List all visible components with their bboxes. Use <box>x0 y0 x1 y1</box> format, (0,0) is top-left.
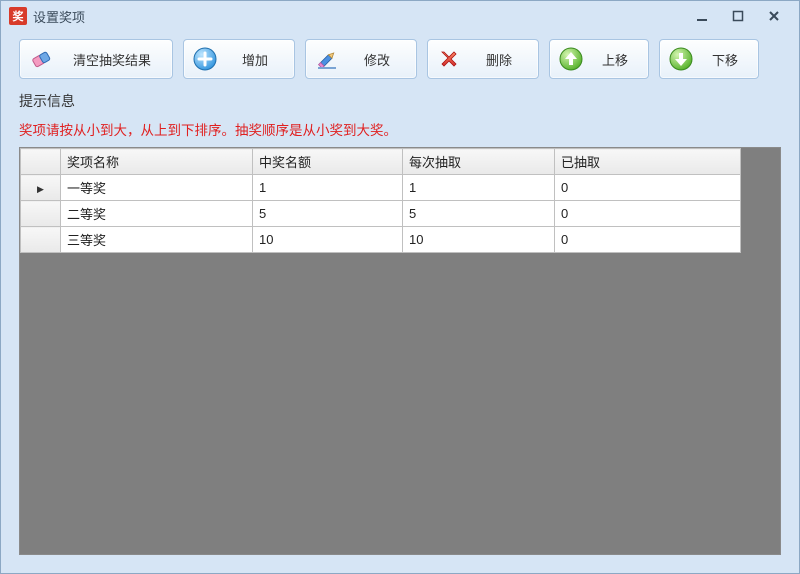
cell-per[interactable]: 1 <box>403 175 555 201</box>
window-controls <box>691 8 791 24</box>
close-button[interactable] <box>763 8 785 24</box>
col-header-quota[interactable]: 中奖名额 <box>253 149 403 175</box>
row-header[interactable] <box>21 175 61 201</box>
add-label: 增加 <box>230 50 280 69</box>
cell-name[interactable]: 三等奖 <box>61 227 253 253</box>
cell-name[interactable]: 二等奖 <box>61 201 253 227</box>
plus-circle-icon <box>192 46 218 72</box>
window-title: 设置奖项 <box>33 7 85 26</box>
move-down-label: 下移 <box>706 50 744 69</box>
row-header[interactable] <box>21 227 61 253</box>
edit-button[interactable]: 修改 <box>305 39 417 79</box>
arrow-up-circle-icon <box>558 46 584 72</box>
section-label: 提示信息 <box>1 87 799 113</box>
cell-name[interactable]: 一等奖 <box>61 175 253 201</box>
cell-drawn[interactable]: 0 <box>555 227 741 253</box>
edit-label: 修改 <box>352 50 402 69</box>
clear-results-button[interactable]: 清空抽奖结果 <box>19 39 173 79</box>
table-header-row: 奖项名称 中奖名额 每次抽取 已抽取 <box>21 149 741 175</box>
add-button[interactable]: 增加 <box>183 39 295 79</box>
cell-drawn[interactable]: 0 <box>555 201 741 227</box>
cell-quota[interactable]: 5 <box>253 201 403 227</box>
move-down-button[interactable]: 下移 <box>659 39 759 79</box>
window: 奖 设置奖项 清空抽奖结果 <box>0 0 800 574</box>
clear-results-label: 清空抽奖结果 <box>66 50 158 69</box>
maximize-icon <box>731 9 745 23</box>
cell-quota[interactable]: 1 <box>253 175 403 201</box>
hint-text: 奖项请按从小到大，从上到下排序。抽奖顺序是从小奖到大奖。 <box>1 113 799 147</box>
row-header-corner <box>21 149 61 175</box>
titlebar: 奖 设置奖项 <box>1 1 799 31</box>
close-icon <box>767 9 781 23</box>
arrow-down-circle-icon <box>668 46 694 72</box>
table-row[interactable]: 三等奖10100 <box>21 227 741 253</box>
cell-per[interactable]: 10 <box>403 227 555 253</box>
table-row[interactable]: 一等奖110 <box>21 175 741 201</box>
table-row[interactable]: 二等奖550 <box>21 201 741 227</box>
minimize-icon <box>695 9 709 23</box>
x-icon <box>436 46 462 72</box>
move-up-label: 上移 <box>596 50 634 69</box>
toolbar: 清空抽奖结果 增加 <box>1 31 799 87</box>
row-header[interactable] <box>21 201 61 227</box>
maximize-button[interactable] <box>727 8 749 24</box>
col-header-per[interactable]: 每次抽取 <box>403 149 555 175</box>
cell-quota[interactable]: 10 <box>253 227 403 253</box>
cell-drawn[interactable]: 0 <box>555 175 741 201</box>
delete-button[interactable]: 删除 <box>427 39 539 79</box>
move-up-button[interactable]: 上移 <box>549 39 649 79</box>
eraser-icon <box>28 46 54 72</box>
col-header-drawn[interactable]: 已抽取 <box>555 149 741 175</box>
data-grid[interactable]: 奖项名称 中奖名额 每次抽取 已抽取 一等奖110二等奖550三等奖10100 <box>19 147 781 555</box>
col-header-name[interactable]: 奖项名称 <box>61 149 253 175</box>
prize-table: 奖项名称 中奖名额 每次抽取 已抽取 一等奖110二等奖550三等奖10100 <box>20 148 741 253</box>
delete-label: 删除 <box>474 50 524 69</box>
minimize-button[interactable] <box>691 8 713 24</box>
pencil-icon <box>314 46 340 72</box>
app-icon: 奖 <box>9 7 27 25</box>
cell-per[interactable]: 5 <box>403 201 555 227</box>
